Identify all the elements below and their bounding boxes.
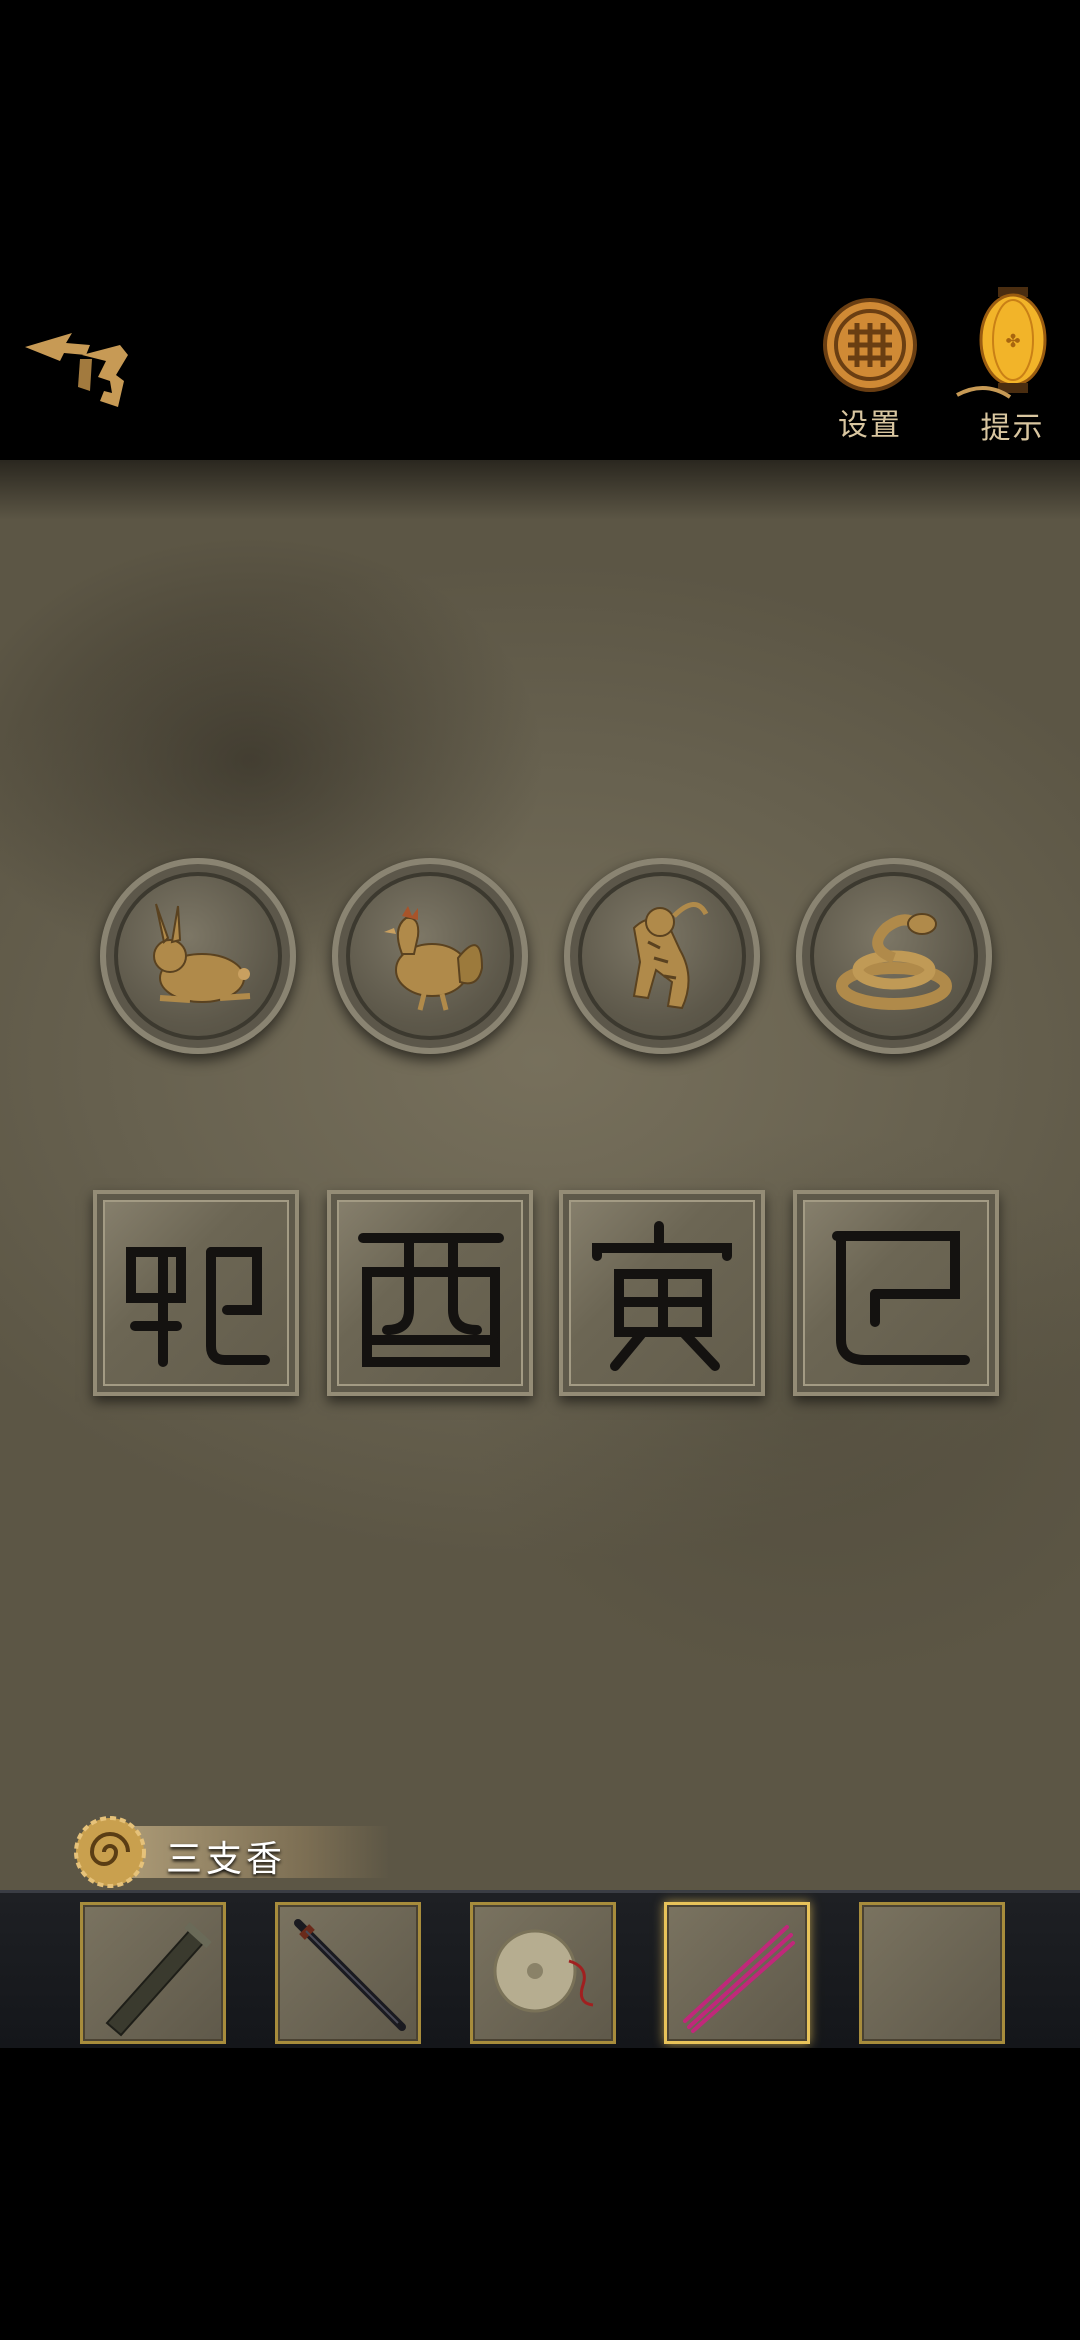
inventory-slot-4[interactable] — [664, 1902, 810, 2044]
seal-glyph-mao — [126, 1247, 270, 1367]
settings-knot-icon — [823, 298, 917, 392]
back-arrow-icon — [25, 333, 128, 407]
hint-label: 提示 — [980, 411, 1045, 446]
tiger-icon — [632, 902, 709, 1010]
scroll-tube-icon — [105, 1922, 212, 2037]
seal-tile-4[interactable] — [793, 1190, 999, 1396]
settings-button[interactable]: 设置 — [815, 290, 925, 450]
svg-text:✤: ✤ — [1005, 331, 1020, 352]
seal-glyph-you — [358, 1233, 504, 1367]
zodiac-coin-rabbit[interactable] — [100, 858, 296, 1054]
selected-item-name: 三支香 — [166, 1839, 287, 1880]
seal-glyph-yin — [592, 1221, 732, 1371]
zodiac-coin-rooster[interactable] — [332, 858, 528, 1054]
inventory-slot-5[interactable] — [859, 1902, 1005, 2044]
settings-label: 设置 — [838, 408, 902, 443]
inventory-slot-1[interactable] — [80, 1902, 226, 2044]
lantern-icon: ✤ — [956, 287, 1047, 399]
zodiac-coin-snake[interactable] — [796, 858, 992, 1054]
rabbit-icon — [153, 903, 251, 1003]
board-top-shadow — [0, 460, 1080, 520]
puzzle-board — [0, 460, 1080, 1890]
rooster-icon — [384, 906, 484, 1011]
selected-item-banner: 三支香 — [70, 1812, 390, 1892]
seal-tile-3[interactable] — [559, 1190, 765, 1396]
top-bar: 设置 ✤ 提示 — [0, 0, 1080, 460]
sword-icon — [294, 1919, 406, 2031]
incense-sticks-icon — [683, 1925, 795, 2033]
seal-glyph-si — [832, 1231, 970, 1365]
snake-icon — [836, 913, 952, 1010]
back-button[interactable] — [20, 315, 135, 415]
inventory-slot-2[interactable] — [275, 1902, 421, 2044]
inventory-slot-3[interactable] — [470, 1902, 616, 2044]
bottom-area — [0, 2048, 1080, 2340]
cloud-swirl-icon — [74, 1816, 146, 1888]
bronze-mirror-icon — [493, 1929, 594, 2013]
seal-tile-1[interactable] — [93, 1190, 299, 1396]
zodiac-coin-tiger[interactable] — [564, 858, 760, 1054]
hint-button[interactable]: ✤ 提示 — [955, 285, 1070, 450]
seal-tile-2[interactable] — [327, 1190, 533, 1396]
